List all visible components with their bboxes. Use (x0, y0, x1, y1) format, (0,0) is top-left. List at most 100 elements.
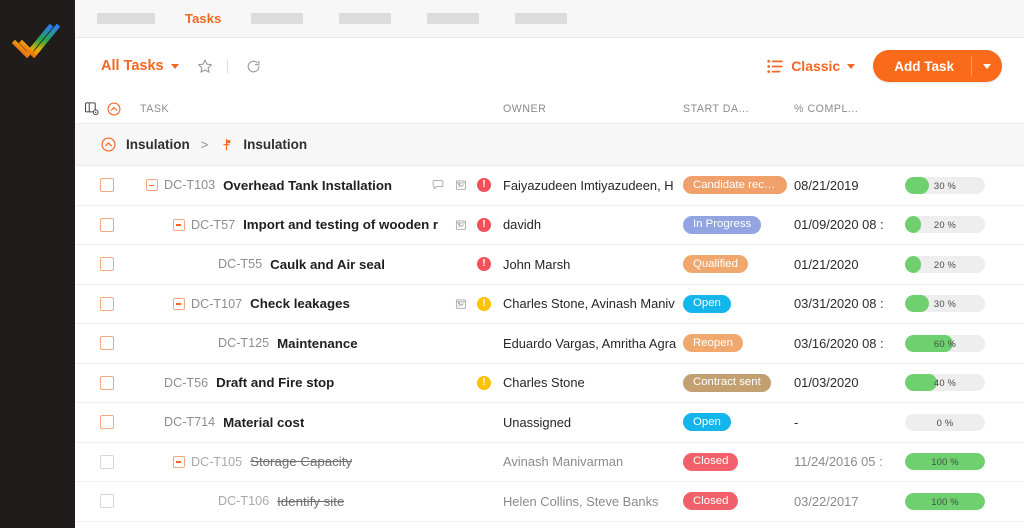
add-task-button[interactable]: Add Task (873, 50, 971, 82)
progress-bar[interactable]: 20 % (905, 216, 985, 233)
progress-bar[interactable]: 100 % (905, 453, 985, 470)
refresh-icon[interactable] (246, 59, 261, 74)
task-name[interactable]: Check leakages (250, 296, 350, 311)
start-date-cell[interactable]: 03/31/2020 08 : (794, 296, 905, 311)
owner-cell[interactable]: Helen Collins, Steve Banks (503, 494, 683, 509)
task-checkbox[interactable] (100, 178, 114, 192)
expand-collapse-icon[interactable] (173, 456, 185, 468)
task-checkbox[interactable] (100, 376, 114, 390)
owner-cell[interactable]: Charles Stone, Avinash Maniv (503, 296, 683, 311)
column-header-task[interactable]: TASK (138, 103, 503, 115)
all-tasks-filter-dropdown[interactable]: All Tasks (101, 58, 179, 74)
breadcrumb-project[interactable]: Insulation (126, 137, 190, 152)
priority-high-icon[interactable]: ! (477, 178, 491, 192)
task-name[interactable]: Material cost (223, 415, 304, 430)
task-id[interactable]: DC-T57 (191, 218, 235, 232)
progress-bar[interactable]: 60 % (905, 335, 985, 352)
start-date-cell[interactable]: 03/22/2017 (794, 494, 905, 509)
progress-bar[interactable]: 100 % (905, 493, 985, 510)
owner-cell[interactable]: Avinash Manivarman (503, 454, 683, 469)
task-checkbox[interactable] (100, 494, 114, 508)
percent-complete-cell[interactable]: 0 % (905, 414, 1024, 431)
table-row[interactable]: DC-T57Import and testing of wooden r!dav… (75, 206, 1024, 246)
task-checkbox[interactable] (100, 415, 114, 429)
column-settings-icon[interactable] (84, 101, 99, 116)
status-badge[interactable]: Contract sent (683, 374, 771, 392)
start-date-cell[interactable]: - (794, 415, 905, 430)
comment-icon[interactable] (431, 178, 445, 192)
status-badge[interactable]: Reopen (683, 334, 743, 352)
task-name[interactable]: Overhead Tank Installation (223, 178, 392, 193)
add-task-button-group[interactable]: Add Task (873, 50, 1002, 82)
table-row[interactable]: DC-T56Draft and Fire stop!Charles StoneC… (75, 364, 1024, 404)
percent-complete-cell[interactable]: 100 % (905, 493, 1024, 510)
progress-bar[interactable]: 30 % (905, 177, 985, 194)
percent-complete-cell[interactable]: 20 % (905, 216, 1024, 233)
task-id[interactable]: DC-T105 (191, 455, 242, 469)
table-row[interactable]: DC-T106Identify siteHelen Collins, Steve… (75, 482, 1024, 522)
percent-complete-cell[interactable]: 40 % (905, 374, 1024, 391)
percent-complete-cell[interactable]: 60 % (905, 335, 1024, 352)
zoho-projects-logo[interactable] (12, 24, 62, 70)
layout-view-dropdown[interactable]: Classic (767, 58, 855, 74)
star-icon[interactable] (197, 58, 213, 74)
table-row[interactable]: DC-T714 Material cost UnassignedOpen -0 % (75, 403, 1024, 443)
task-id[interactable]: DC-T55 (218, 257, 262, 271)
owner-cell[interactable]: davidh (503, 217, 683, 232)
percent-complete-cell[interactable]: 100 % (905, 453, 1024, 470)
nav-placeholder-1[interactable] (97, 13, 155, 24)
status-badge[interactable]: Closed (683, 453, 738, 471)
start-date-cell[interactable]: 01/21/2020 (794, 257, 905, 272)
nav-placeholder-5[interactable] (515, 13, 567, 24)
task-id[interactable]: DC-T125 (218, 336, 269, 350)
collapse-all-icon[interactable] (106, 101, 122, 117)
task-name[interactable]: Draft and Fire stop (216, 375, 334, 390)
progress-bar[interactable]: 30 % (905, 295, 985, 312)
priority-medium-icon[interactable]: ! (477, 297, 491, 311)
task-checkbox[interactable] (100, 218, 114, 232)
task-name[interactable]: Maintenance (277, 336, 358, 351)
collapse-group-icon[interactable] (100, 136, 117, 153)
table-row[interactable]: DC-T103Overhead Tank Installation!Faiyaz… (75, 166, 1024, 206)
task-checkbox[interactable] (100, 297, 114, 311)
priority-high-icon[interactable]: ! (477, 257, 491, 271)
task-id[interactable]: DC-T714 (164, 415, 215, 429)
task-checkbox[interactable] (100, 257, 114, 271)
nav-placeholder-3[interactable] (339, 13, 391, 24)
breadcrumb-milestone[interactable]: Insulation (243, 137, 307, 152)
table-row[interactable]: DC-T105 Storage Capacity Avinash Manivarma… (75, 443, 1024, 483)
start-date-cell[interactable]: 03/16/2020 08 : (794, 336, 905, 351)
percent-complete-cell[interactable]: 30 % (905, 295, 1024, 312)
status-badge[interactable]: Open (683, 413, 731, 431)
task-checkbox[interactable] (100, 455, 114, 469)
table-row[interactable]: DC-T55Caulk and Air seal!John MarshQuali… (75, 245, 1024, 285)
attachment-icon[interactable] (454, 218, 468, 232)
status-badge[interactable]: Qualified (683, 255, 748, 273)
start-date-cell[interactable]: 08/21/2019 (794, 178, 905, 193)
column-header-percent-complete[interactable]: % COMPL... (794, 103, 1024, 115)
table-row[interactable]: DC-T125MaintenanceEduardo Vargas, Amrith… (75, 324, 1024, 364)
start-date-cell[interactable]: 01/09/2020 08 : (794, 217, 905, 232)
owner-cell[interactable]: Charles Stone (503, 375, 683, 390)
percent-complete-cell[interactable]: 30 % (905, 177, 1024, 194)
owner-cell[interactable]: Unassigned (503, 415, 683, 430)
status-badge[interactable]: In Progress (683, 216, 761, 234)
status-badge[interactable]: Candidate recrui... (683, 176, 787, 194)
progress-bar[interactable]: 0 % (905, 414, 985, 431)
status-badge[interactable]: Open (683, 295, 731, 313)
percent-complete-cell[interactable]: 20 % (905, 256, 1024, 273)
progress-bar[interactable]: 20 % (905, 256, 985, 273)
table-row[interactable]: DC-T107 Check leakages! Charles Stone, Avi… (75, 285, 1024, 325)
column-header-owner[interactable]: OWNER (503, 103, 683, 115)
add-task-dropdown-button[interactable] (972, 50, 1002, 82)
progress-bar[interactable]: 40 % (905, 374, 985, 391)
task-id[interactable]: DC-T56 (164, 376, 208, 390)
task-name[interactable]: Storage Capacity (250, 454, 352, 469)
task-id[interactable]: DC-T107 (191, 297, 242, 311)
expand-collapse-icon[interactable] (146, 179, 158, 191)
nav-placeholder-4[interactable] (427, 13, 479, 24)
attachment-icon[interactable] (454, 297, 468, 311)
nav-placeholder-2[interactable] (251, 13, 303, 24)
status-badge[interactable]: Closed (683, 492, 738, 510)
priority-high-icon[interactable]: ! (477, 218, 491, 232)
